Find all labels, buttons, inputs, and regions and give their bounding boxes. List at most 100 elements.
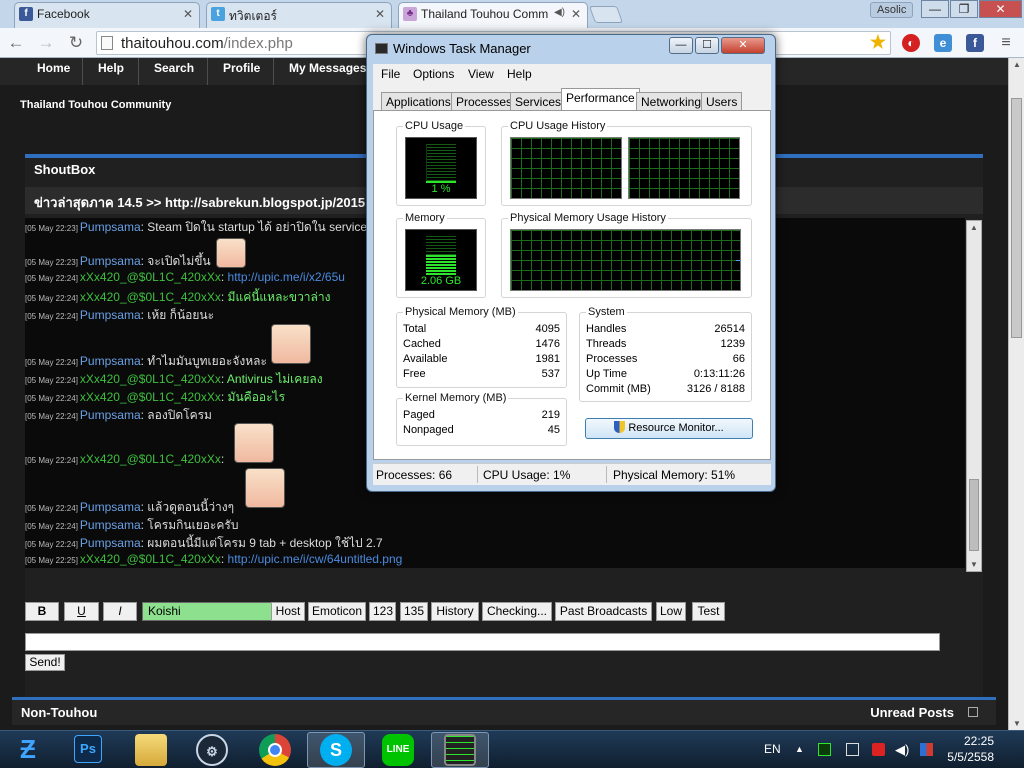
- scrollbar-thumb[interactable]: [1011, 98, 1022, 338]
- scroll-down-icon[interactable]: ▼: [1013, 719, 1021, 728]
- page-scrollbar[interactable]: ▲ ▼: [1008, 58, 1024, 730]
- menu-view[interactable]: View: [468, 67, 494, 81]
- facebook-extension-icon[interactable]: f: [966, 34, 984, 52]
- action-center-icon[interactable]: [872, 743, 885, 756]
- message-user[interactable]: Pumpsama: [80, 536, 141, 550]
- close-icon[interactable]: ✕: [571, 7, 581, 21]
- message-link[interactable]: http://upic.me/i/x2/65u: [228, 270, 345, 284]
- message-user[interactable]: Pumpsama: [80, 220, 141, 234]
- menu-icon[interactable]: ≡: [997, 34, 1015, 52]
- chevron-up-icon[interactable]: ▲: [795, 744, 804, 754]
- nav-my-messages[interactable]: My Messages: [289, 61, 366, 75]
- chrome-icon[interactable]: [259, 734, 291, 766]
- clock[interactable]: 22:25 5/5/2558: [944, 733, 994, 765]
- low-button[interactable]: Low: [656, 602, 686, 621]
- nav-search[interactable]: Search: [154, 61, 194, 75]
- menu-options[interactable]: Options: [413, 67, 454, 81]
- message-user[interactable]: Pumpsama: [80, 518, 141, 532]
- non-touhou-title[interactable]: Non-Touhou: [21, 705, 97, 720]
- message-text: แล้วดูตอนนี้ว่างๆ: [147, 500, 235, 514]
- emoticon-button[interactable]: Emoticon: [308, 602, 366, 621]
- tab-touhou[interactable]: ♣ Thailand Touhou Comm ◀) ✕: [398, 2, 588, 28]
- close-icon[interactable]: ✕: [375, 7, 385, 21]
- scroll-up-icon[interactable]: ▲: [1013, 60, 1021, 69]
- message-user[interactable]: xXx420_@$0L1C_420xXx: [80, 290, 221, 304]
- message-user[interactable]: Pumpsama: [80, 500, 141, 514]
- nav-profile[interactable]: Profile: [223, 61, 260, 75]
- unread-posts-link[interactable]: Unread Posts: [870, 705, 954, 720]
- maximize-button[interactable]: ❐: [950, 0, 978, 18]
- collapse-icon[interactable]: [968, 707, 978, 717]
- underline-button[interactable]: U: [64, 602, 99, 621]
- emoticon-image: [234, 423, 274, 463]
- steam-icon[interactable]: ⚙: [196, 734, 228, 766]
- explorer-icon[interactable]: [135, 734, 167, 766]
- adblock-icon[interactable]: ◐: [902, 34, 920, 52]
- tab-facebook[interactable]: f Facebook ✕: [14, 2, 200, 28]
- profile-badge[interactable]: Asolic: [870, 2, 914, 18]
- message-timestamp: [05 May 22:24]: [25, 294, 78, 303]
- minimize-button[interactable]: —: [669, 37, 693, 54]
- message-user[interactable]: Pumpsama: [80, 308, 141, 322]
- line-icon[interactable]: LINE: [382, 734, 414, 766]
- resource-monitor-button[interactable]: Resource Monitor...: [585, 418, 753, 439]
- close-window-button[interactable]: ✕: [721, 37, 765, 54]
- italic-button[interactable]: I: [103, 602, 137, 621]
- menu-help[interactable]: Help: [507, 67, 532, 81]
- message-user[interactable]: xXx420_@$0L1C_420xXx: [80, 372, 221, 386]
- network-icon[interactable]: [846, 743, 859, 756]
- scroll-down-icon[interactable]: ▼: [970, 560, 978, 569]
- message-timestamp: [05 May 22:24]: [25, 540, 78, 549]
- history-button[interactable]: History: [431, 602, 479, 621]
- host-button[interactable]: Host: [271, 602, 305, 621]
- message-input[interactable]: [25, 633, 940, 651]
- new-tab-button[interactable]: [588, 6, 624, 23]
- tab-services[interactable]: Services: [510, 92, 567, 110]
- scroll-up-icon[interactable]: ▲: [970, 223, 978, 232]
- message-link[interactable]: http://upic.me/i/cw/64untitled.png: [228, 552, 403, 566]
- start-icon[interactable]: Ƶ: [12, 734, 44, 766]
- back-arrow-icon[interactable]: ←: [6, 33, 26, 53]
- tab-networking[interactable]: Networking: [636, 92, 707, 110]
- nav-help[interactable]: Help: [98, 61, 124, 75]
- message-user[interactable]: xXx420_@$0L1C_420xXx: [80, 270, 221, 284]
- reload-icon[interactable]: ↻: [66, 33, 86, 53]
- shout-message: [05 May 22:24] Pumpsama: ผมตอนนี้มีแต่โคร…: [25, 534, 383, 553]
- close-icon[interactable]: ✕: [183, 7, 193, 21]
- photoshop-icon[interactable]: Ps: [74, 735, 102, 763]
- skype-icon[interactable]: S: [320, 734, 352, 766]
- tab-applications[interactable]: Applications: [381, 92, 456, 110]
- checking-button[interactable]: Checking...: [482, 602, 552, 621]
- forward-arrow-icon[interactable]: →: [36, 33, 56, 53]
- tab-users[interactable]: Users: [701, 92, 743, 110]
- send-button[interactable]: Send!: [25, 654, 65, 671]
- test-button[interactable]: Test: [692, 602, 725, 621]
- volume-icon[interactable]: ◀): [895, 742, 909, 758]
- close-window-button[interactable]: ✕: [979, 0, 1022, 18]
- nav-home[interactable]: Home: [37, 61, 70, 75]
- extension-icon[interactable]: e: [934, 34, 952, 52]
- tab-twitter[interactable]: t ทวิตเตอร์ ✕: [206, 2, 392, 28]
- flag-icon[interactable]: [920, 743, 933, 756]
- tab-processes[interactable]: Processes: [451, 92, 518, 110]
- message-user[interactable]: xXx420_@$0L1C_420xXx: [80, 390, 221, 404]
- tab-performance[interactable]: Performance: [561, 88, 640, 111]
- menu-file[interactable]: File: [381, 67, 400, 81]
- message-user[interactable]: xXx420_@$0L1C_420xXx: [80, 552, 221, 566]
- message-user[interactable]: Pumpsama: [80, 354, 141, 368]
- past-broadcasts-button[interactable]: Past Broadcasts: [555, 602, 652, 621]
- shoutbox-scrollbar[interactable]: ▲ ▼: [966, 220, 982, 572]
- language-indicator[interactable]: EN: [764, 742, 781, 756]
- message-user[interactable]: Pumpsama: [80, 254, 141, 268]
- maximize-button[interactable]: ☐: [695, 37, 719, 54]
- task-manager-icon[interactable]: [444, 734, 476, 766]
- minimize-button[interactable]: —: [921, 0, 949, 18]
- task-manager-tray-icon[interactable]: [818, 743, 831, 756]
- bookmark-star-icon[interactable]: ★: [869, 33, 887, 52]
- 123-button[interactable]: 123: [369, 602, 396, 621]
- message-user[interactable]: xXx420_@$0L1C_420xXx: [80, 452, 221, 466]
- message-user[interactable]: Pumpsama: [80, 408, 141, 422]
- bold-button[interactable]: B: [25, 602, 59, 621]
- scrollbar-thumb[interactable]: [969, 479, 979, 551]
- 135-button[interactable]: 135: [400, 602, 428, 621]
